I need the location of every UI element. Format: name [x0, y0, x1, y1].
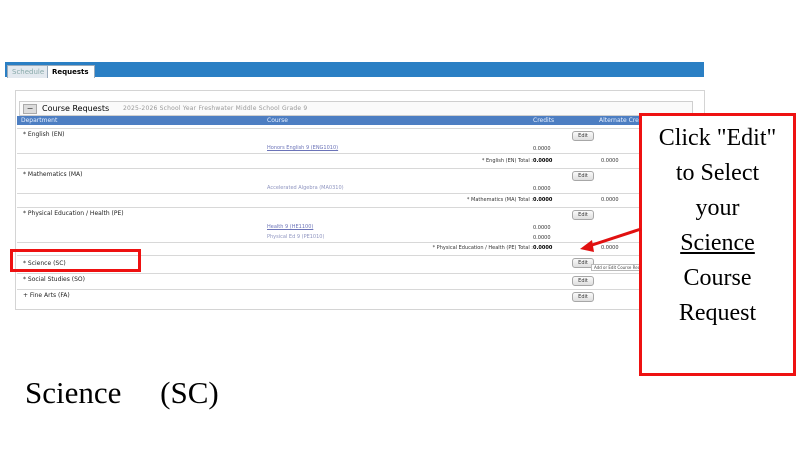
dept-row-english: * English (EN) Edit — [17, 128, 703, 143]
dept-label: + Fine Arts (FA) — [23, 292, 70, 299]
dept-label: * Social Studies (SO) — [23, 276, 85, 283]
callout-line: to Select — [675, 160, 760, 186]
course-link[interactable]: Honors English 9 (ENG1010) — [267, 145, 338, 151]
total-label: * Physical Education / Health (PE) Total… — [432, 245, 533, 251]
edit-button-fine-arts[interactable]: Edit — [572, 292, 594, 302]
tab-requests[interactable]: Requests — [47, 65, 95, 78]
total-row: * English (EN) Total : 0.0000 0.0000 — [17, 153, 703, 168]
course-requests-panel: − Course Requests 2025-2026 School Year … — [15, 90, 705, 310]
column-course: Course — [267, 117, 288, 124]
panel-subtitle: 2025-2026 School Year Freshwater Middle … — [123, 105, 308, 112]
callout-text: Click "Edit" to Select your Science Cour… — [642, 121, 793, 331]
dept-row-math: * Mathematics (MA) Edit — [17, 168, 703, 183]
collapse-button[interactable]: − — [23, 104, 37, 114]
callout-line: your — [695, 195, 740, 221]
total-value: 0.0000 — [533, 245, 553, 251]
callout-line: Click "Edit" — [658, 125, 777, 151]
course-credit: 0.0000 — [533, 235, 551, 241]
edit-button-english[interactable]: Edit — [572, 131, 594, 141]
dept-label: * Physical Education / Health (PE) — [23, 210, 124, 217]
science-highlight-box — [10, 249, 141, 272]
edit-button-social-studies[interactable]: Edit — [572, 276, 594, 286]
panel-title-row: − Course Requests 2025-2026 School Year … — [19, 101, 693, 116]
column-credits: Credits — [533, 117, 555, 124]
callout-line: Course — [683, 265, 752, 291]
column-header-row: Department Course Credits Alternate Cred… — [17, 116, 703, 125]
course-credit: 0.0000 — [533, 225, 551, 231]
alternate-total: 0.0000 — [601, 158, 619, 164]
total-value: 0.0000 — [533, 158, 553, 164]
course-row: Honors English 9 (ENG1010) 0.0000 — [17, 143, 703, 153]
dept-row-fine-arts: + Fine Arts (FA) Edit — [17, 289, 703, 305]
column-department: Department — [21, 117, 58, 124]
course-name[interactable]: Accelerated Algebra (MA0310) — [267, 185, 344, 191]
course-name[interactable]: Physical Ed 9 (PE1010) — [267, 234, 324, 240]
alternate-total: 0.0000 — [601, 197, 619, 203]
footer-label: Science (SC) — [25, 375, 219, 410]
dept-label: * English (EN) — [23, 131, 65, 138]
dept-row-pe: * Physical Education / Health (PE) Edit — [17, 207, 703, 222]
total-row: * Mathematics (MA) Total : 0.0000 0.0000 — [17, 193, 703, 208]
total-label: * English (EN) Total : — [481, 158, 533, 164]
dept-label: * Mathematics (MA) — [23, 171, 83, 178]
edit-tooltip: Add or Edit Course Req — [591, 264, 644, 271]
course-row: Physical Ed 9 (PE1010) 0.0000 — [17, 232, 703, 242]
dept-row-social-studies: * Social Studies (SO) Edit — [17, 273, 703, 289]
course-credit: 0.0000 — [533, 146, 551, 152]
edit-button-math[interactable]: Edit — [572, 171, 594, 181]
total-value: 0.0000 — [533, 197, 553, 203]
callout-line: Request — [678, 300, 757, 326]
callout-line-science: Science — [680, 230, 755, 256]
course-row: Accelerated Algebra (MA0310) 0.0000 — [17, 183, 703, 193]
edit-button-pe[interactable]: Edit — [572, 210, 594, 220]
panel-title: Course Requests — [42, 104, 110, 113]
alternate-total: 0.0000 — [601, 245, 619, 251]
instruction-callout: Click "Edit" to Select your Science Cour… — [639, 113, 796, 376]
tab-bar: Schedule Requests — [5, 62, 704, 78]
course-row: Health 9 (HE1100) 0.0000 — [17, 222, 703, 232]
course-link[interactable]: Health 9 (HE1100) — [267, 224, 313, 230]
course-credit: 0.0000 — [533, 186, 551, 192]
total-label: * Mathematics (MA) Total : — [466, 197, 533, 203]
